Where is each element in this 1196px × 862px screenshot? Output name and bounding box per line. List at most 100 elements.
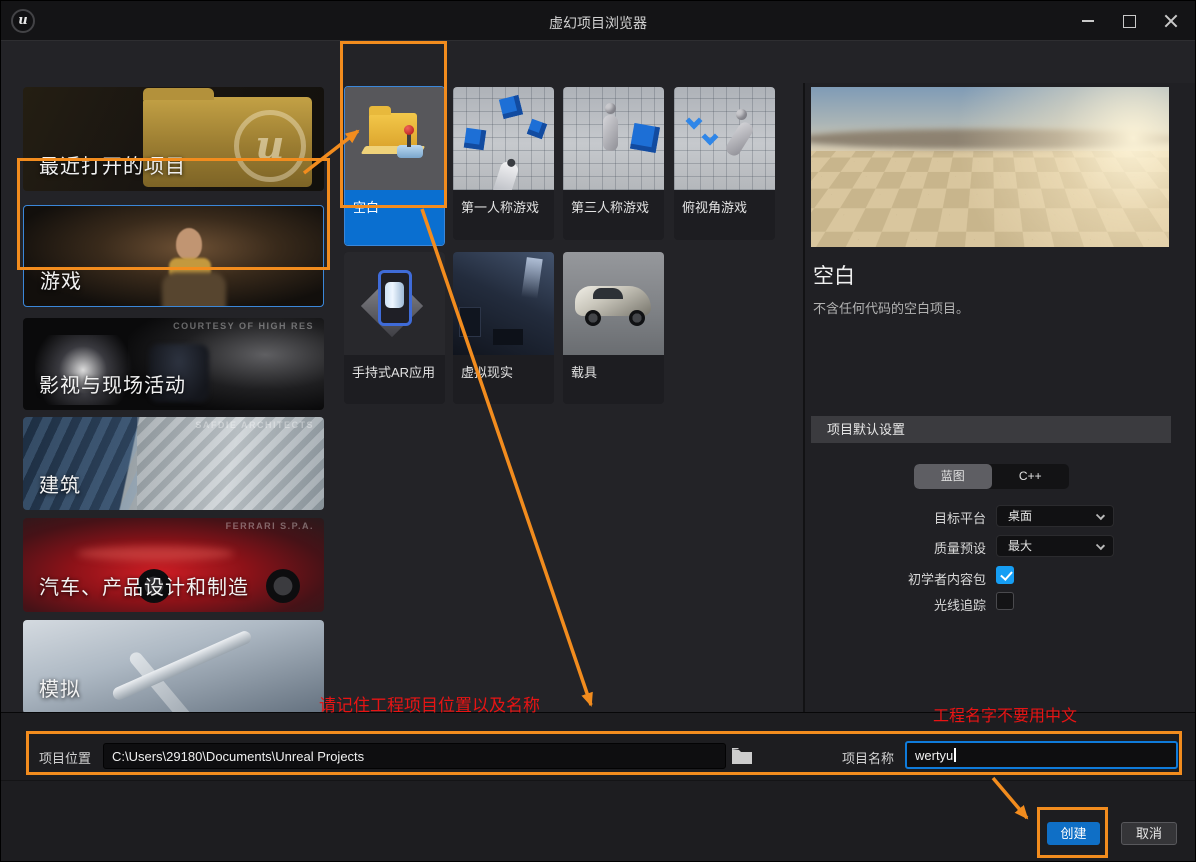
sidebar-item-automotive[interactable]: FERRARI S.P.A. 汽车、产品设计和制造 [23, 518, 324, 612]
template-thumbnail [674, 87, 775, 190]
target-platform-dropdown[interactable]: 桌面 [996, 505, 1114, 527]
text-caret [954, 748, 956, 762]
quality-preset-label: 质量预设 [933, 541, 986, 556]
quality-preset-dropdown[interactable]: 最大 [996, 535, 1114, 557]
starter-content-label: 初学者内容包 [907, 572, 986, 587]
template-card-handheld-ar[interactable]: 手持式AR应用 [344, 252, 445, 404]
car-windshield [593, 288, 623, 299]
project-location-value: C:\Users\29180\Documents\Unreal Projects [112, 748, 365, 764]
template-label: 手持式AR应用 [352, 365, 436, 380]
project-location-input[interactable]: C:\Users\29180\Documents\Unreal Projects [103, 743, 726, 769]
template-label: 俯视角游戏 [682, 200, 748, 215]
maximize-button[interactable] [1120, 12, 1138, 30]
template-thumbnail [344, 252, 445, 355]
tab-blueprint[interactable]: 蓝图 [914, 464, 992, 489]
car-wheel [265, 568, 300, 603]
minimize-button[interactable] [1079, 12, 1097, 30]
mannequin-head [605, 103, 616, 114]
template-label: 空白 [345, 190, 444, 245]
airplane-fuselage [111, 629, 254, 703]
tab-cpp[interactable]: C++ [992, 464, 1070, 489]
template-thumbnail [453, 87, 554, 190]
starter-content-checkbox[interactable] [996, 566, 1014, 584]
template-label: 第一人称游戏 [461, 200, 540, 215]
fps-gun [492, 160, 520, 190]
ar-object [385, 282, 404, 308]
image-credit: SAFDIE ARCHITECTS [195, 420, 314, 430]
template-label: 虚拟现实 [461, 365, 514, 380]
template-thumbnail [345, 87, 444, 190]
blue-cube [629, 122, 661, 154]
car-wheel [585, 310, 601, 326]
raytracing-label: 光线追踪 [933, 598, 986, 613]
project-name-input[interactable]: wertyu [905, 741, 1178, 769]
car-highlight [77, 546, 234, 562]
template-label: 载具 [571, 365, 598, 380]
browse-folder-icon[interactable] [731, 746, 753, 766]
sun-glow [811, 87, 1169, 247]
vr-crate [459, 307, 481, 337]
category-label: 建筑 [39, 475, 81, 497]
project-defaults-header: 项目默认设置 [811, 416, 1171, 443]
template-description: 不含任何代码的空白项目。 [813, 301, 970, 316]
target-platform-label: 目标平台 [933, 511, 986, 526]
template-thumbnail [563, 87, 664, 190]
vr-light-shaft [521, 257, 543, 299]
housing-blocks [137, 417, 324, 510]
blue-cube [498, 94, 524, 120]
blue-arrow [701, 128, 719, 146]
character-portrait [176, 228, 203, 260]
chevron-down-icon [1095, 540, 1106, 551]
template-card-top-down[interactable]: 俯视角游戏 [674, 87, 775, 240]
window-title: 虚幻项目浏览器 [549, 15, 647, 31]
unreal-watermark-icon [233, 109, 306, 182]
footer-separator [1, 780, 1195, 781]
mannequin-body [723, 119, 756, 159]
category-label: 模拟 [39, 679, 81, 701]
category-label: 最近打开的项目 [39, 156, 186, 178]
template-card-vehicle[interactable]: 载具 [563, 252, 664, 404]
close-button[interactable] [1162, 12, 1180, 30]
category-label: 游戏 [40, 271, 82, 293]
image-credit: COURTESY OF HIGH RES [173, 321, 314, 331]
quality-preset-value: 最大 [1008, 539, 1033, 553]
create-button[interactable]: 创建 [1047, 822, 1100, 845]
template-title: 空白 [813, 265, 855, 288]
main-area: 最近打开的项目 游戏 COURTESY OF HIGH RES 影视与现场活动 … [1, 42, 1195, 753]
unreal-project-browser-window: 虚幻项目浏览器 最近打开的项目 游戏 COURTESY OF HIGH RES … [0, 0, 1196, 862]
blue-arrow [685, 112, 703, 130]
template-label: 第三人称游戏 [571, 200, 650, 215]
template-preview-image [811, 87, 1169, 247]
car-wheel [629, 310, 645, 326]
template-card-third-person[interactable]: 第三人称游戏 [563, 87, 664, 240]
category-label: 汽车、产品设计和制造 [39, 577, 249, 599]
blue-cube [463, 127, 487, 151]
cancel-button[interactable]: 取消 [1121, 822, 1177, 845]
chevron-down-icon [1095, 510, 1106, 521]
vr-crate [493, 329, 523, 345]
sidebar-item-simulation[interactable]: 模拟 [23, 620, 324, 714]
template-card-first-person[interactable]: 第一人称游戏 [453, 87, 554, 240]
raytracing-checkbox[interactable] [996, 592, 1014, 610]
template-card-virtual-reality[interactable]: 虚拟现实 [453, 252, 554, 404]
project-name-value: wertyu [915, 747, 954, 763]
template-card-blank[interactable]: 空白 [344, 86, 445, 246]
category-label: 影视与现场活动 [39, 375, 186, 397]
template-thumbnail [453, 252, 554, 355]
sidebar-item-film[interactable]: COURTESY OF HIGH RES 影视与现场活动 [23, 318, 324, 410]
sidebar-item-games[interactable]: 游戏 [23, 205, 324, 307]
mannequin-body [603, 115, 618, 151]
character-body [161, 272, 226, 306]
mannequin-head [736, 109, 747, 120]
footer-bar: 项目位置 C:\Users\29180\Documents\Unreal Pro… [1, 712, 1195, 861]
target-platform-value: 桌面 [1008, 509, 1033, 523]
template-thumbnail [563, 252, 664, 355]
project-name-label: 项目名称 [842, 751, 895, 766]
sidebar-item-recent-projects[interactable]: 最近打开的项目 [23, 87, 324, 191]
joystick-ball [404, 125, 414, 135]
sidebar-item-architecture[interactable]: SAFDIE ARCHITECTS 建筑 [23, 417, 324, 510]
blue-cube [526, 118, 548, 140]
project-location-label: 项目位置 [39, 751, 92, 766]
language-segmented-control: 蓝图 C++ [914, 464, 1069, 489]
image-credit: FERRARI S.P.A. [225, 521, 314, 531]
